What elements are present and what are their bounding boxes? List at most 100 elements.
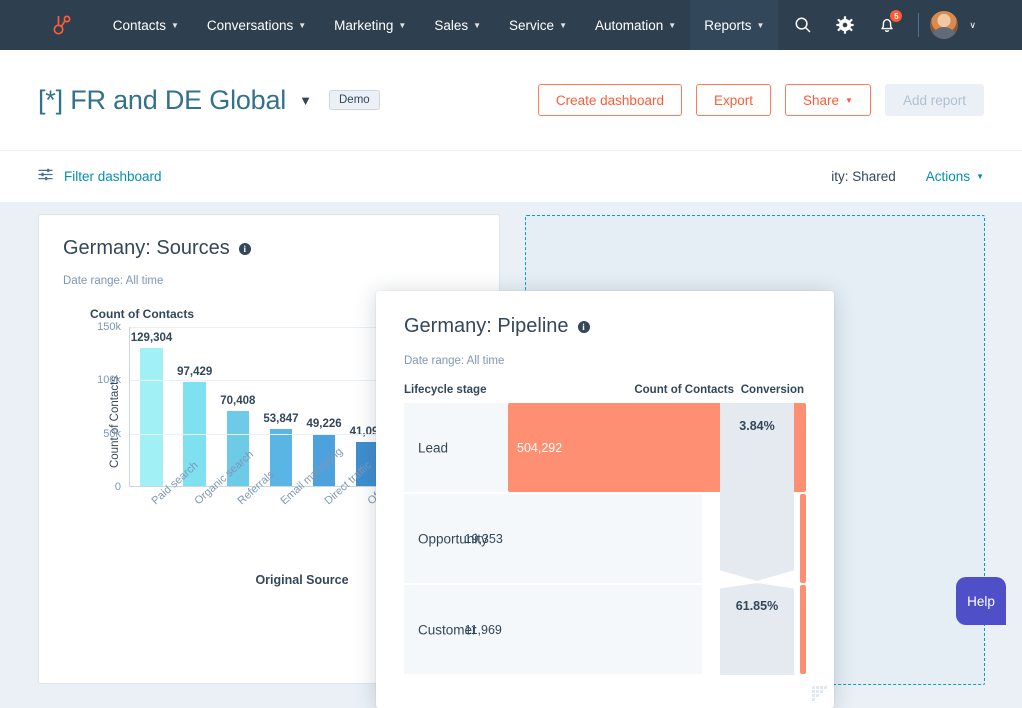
chevron-down-icon: ▼ (473, 20, 482, 30)
nav-item-conversations[interactable]: Conversations ▼ (193, 0, 320, 50)
resize-grip-icon[interactable] (811, 685, 827, 701)
info-icon[interactable]: i (577, 320, 590, 333)
nav-item-contacts[interactable]: Contacts ▼ (99, 0, 193, 50)
chevron-down-icon[interactable]: ∨ (969, 20, 976, 31)
button-label: Create dashboard (555, 92, 664, 108)
nav-item-reports[interactable]: Reports ▼ (690, 0, 779, 50)
page-title: [*] FR and DE Global (38, 84, 287, 115)
nav-items: Contacts ▼ Conversations ▼ Marketing ▼ S… (99, 0, 779, 50)
report-preview-modal-germany-pipeline[interactable]: Germany: Pipeline i Date range: All time… (376, 291, 834, 708)
button-label: Export (713, 92, 753, 108)
visibility-status: ity: Shared (831, 169, 896, 184)
bar-value-label: 49,226 (306, 417, 342, 430)
column-header-stage: Lifecycle stage (404, 384, 487, 396)
bar-value-label: 53,847 (263, 412, 299, 425)
x-axis-tick: Paid search (129, 459, 200, 573)
demo-badge: Demo (329, 90, 380, 110)
filter-dashboard-control[interactable]: Filter dashboard (38, 167, 162, 187)
gear-icon[interactable] (828, 8, 862, 42)
bar-slot: 129,304 (130, 326, 173, 486)
funnel-bar (800, 585, 806, 674)
notification-badge: 5 (889, 9, 904, 23)
nav-divider (918, 13, 920, 37)
modal-header: Germany: Pipeline i (404, 315, 806, 338)
bar-value-label: 129,304 (130, 332, 173, 345)
export-button[interactable]: Export (695, 84, 771, 116)
chevron-down-icon: ▼ (756, 20, 765, 30)
dashboard-body: Germany: Sources i Date range: All time … (0, 202, 1022, 708)
bar-slot: 53,847 (259, 326, 302, 486)
nav-item-label: Reports (704, 17, 752, 33)
nav-item-sales[interactable]: Sales ▼ (420, 0, 495, 50)
x-axis-tick: Email marketing (259, 446, 346, 573)
nav-item-label: Service (509, 17, 555, 33)
nav-item-service[interactable]: Service ▼ (495, 0, 581, 50)
funnel-count-label: 19,353 (464, 531, 503, 546)
chart-bar[interactable]: 129,304 (131, 332, 172, 486)
card-title: Germany: Sources (63, 237, 230, 259)
filter-bar-right: ity: Shared Actions ▼ (831, 169, 984, 184)
button-label: Share (803, 92, 840, 108)
y-axis-tick-label: 100k (97, 374, 121, 387)
nav-item-automation[interactable]: Automation ▼ (581, 0, 690, 50)
search-icon[interactable] (786, 8, 820, 42)
help-label: Help (967, 593, 995, 609)
card-header: Germany: Sources i (63, 237, 475, 260)
dashboard-select-chevron-down-icon[interactable]: ▼ (299, 93, 312, 108)
funnel-column-headers: Lifecycle stage Count of Contacts Conver… (404, 384, 806, 403)
funnel-count-label: 504,292 (517, 440, 563, 455)
funnel-stage-label: Lead (418, 440, 449, 455)
page-header: [*] FR and DE Global ▼ Demo Create dashb… (0, 50, 1022, 150)
chevron-down-icon: ▼ (398, 20, 407, 30)
help-button[interactable]: Help (956, 577, 1006, 625)
chevron-down-icon: ▼ (668, 20, 677, 30)
nav-item-label: Contacts (112, 17, 166, 33)
title-block: [*] FR and DE Global ▼ Demo (38, 85, 380, 116)
funnel-count-label: 11,969 (464, 622, 502, 637)
nav-right-tools: 5 ∨ (778, 0, 976, 50)
x-axis-tick: Organic search (172, 448, 255, 573)
nav-item-label: Conversations (206, 17, 294, 33)
info-icon[interactable]: i (238, 242, 251, 255)
chevron-down-icon: ▼ (559, 20, 567, 30)
funnel-chart: Lifecycle stage Count of Contacts Conver… (404, 384, 806, 675)
share-button[interactable]: Share ▼ (785, 84, 871, 116)
bar-value-label: 70,408 (220, 394, 256, 407)
chevron-down-icon: ▼ (845, 95, 853, 105)
create-dashboard-button[interactable]: Create dashboard (537, 84, 682, 116)
modal-date-range: Date range: All time (404, 355, 505, 367)
y-axis-tick-label: 0 (114, 481, 121, 493)
funnel-row[interactable]: Customer 11,969 (404, 585, 806, 674)
x-axis-tick: Direct traffic (302, 459, 373, 573)
hubspot-sprocket-icon[interactable] (46, 8, 77, 42)
funnel-row[interactable]: Opportunity 19,353 (404, 494, 806, 583)
nav-item-label: Marketing (334, 17, 394, 33)
sliders-icon (38, 167, 53, 187)
top-navbar: Contacts ▼ Conversations ▼ Marketing ▼ S… (0, 0, 1022, 50)
chevron-down-icon: ▼ (976, 172, 984, 181)
add-report-button[interactable]: Add report (884, 84, 984, 116)
funnel-bar (800, 494, 806, 583)
x-axis-tick: Referrals (216, 468, 277, 573)
filter-dashboard-label: Filter dashboard (64, 169, 162, 184)
y-axis-tick-label: 50k (103, 427, 121, 440)
header-actions: Create dashboard Export Share ▼ Add repo… (537, 84, 984, 116)
page-wrap: [*] FR and DE Global ▼ Demo Create dashb… (0, 50, 1022, 708)
actions-label: Actions (925, 169, 971, 184)
funnel-rows: Lead 504,292 3.84% Opportunity 19,353 61.85% C… (404, 403, 806, 675)
y-axis-ticks: 0 50k 100k 150k (85, 321, 125, 493)
avatar[interactable] (929, 10, 960, 40)
chevron-down-icon: ▼ (298, 20, 307, 30)
modal-content: Germany: Pipeline i Date range: All time… (376, 291, 834, 675)
column-header-conversion: Conversion (740, 384, 804, 396)
bell-icon[interactable]: 5 (870, 8, 904, 42)
modal-title: Germany: Pipeline (404, 315, 569, 337)
chevron-down-icon: ▼ (171, 20, 179, 30)
button-label: Add report (902, 92, 966, 108)
y-axis-tick-label: 150k (97, 321, 121, 333)
card-date-range: Date range: All time (63, 275, 164, 287)
nav-item-label: Automation (594, 17, 664, 33)
actions-menu-button[interactable]: Actions ▼ (926, 169, 984, 184)
nav-item-marketing[interactable]: Marketing ▼ (320, 0, 420, 50)
bar-value-label: 97,429 (177, 366, 213, 379)
